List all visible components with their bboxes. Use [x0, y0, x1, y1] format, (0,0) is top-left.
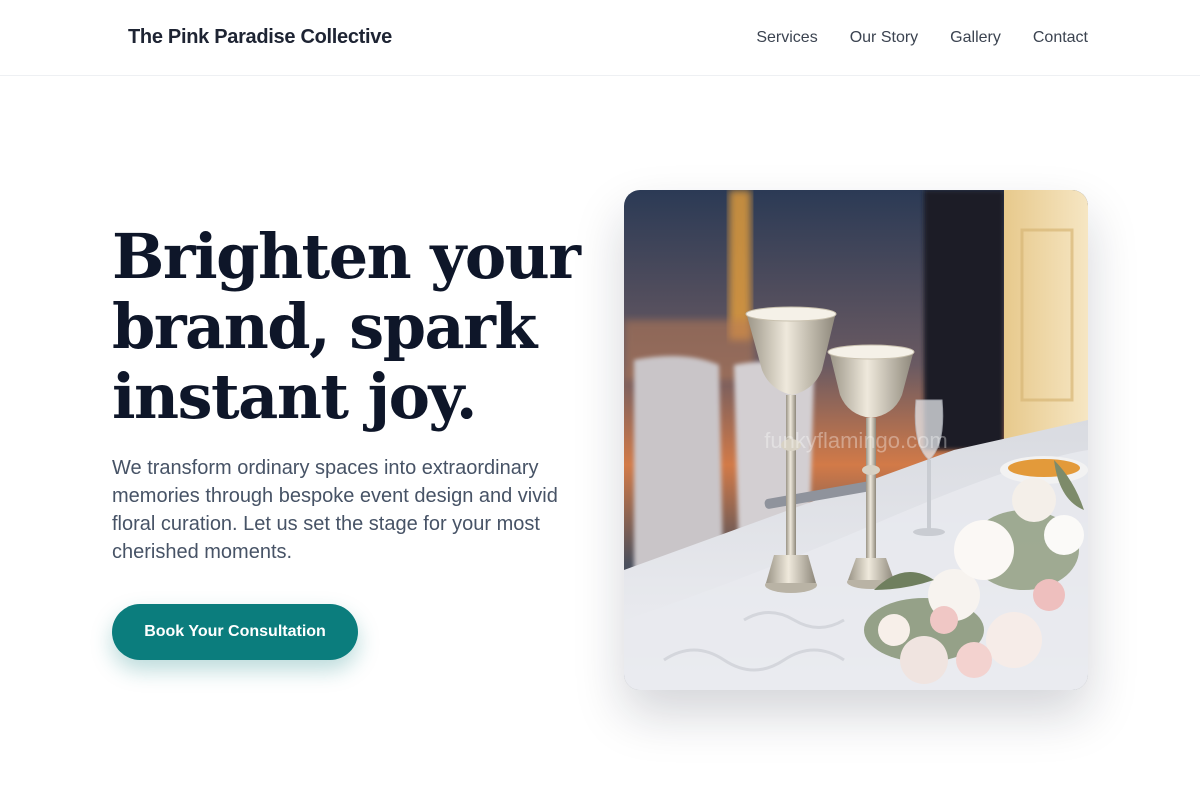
nav-link-our-story[interactable]: Our Story	[850, 29, 918, 47]
hero-headline: Brighten your brand, spark instant joy.	[112, 220, 581, 433]
top-navbar: The Pink Paradise Collective Services Ou…	[0, 0, 1200, 76]
image-watermark: funkyflamingo.com	[764, 428, 947, 453]
nav-link-contact[interactable]: Contact	[1033, 29, 1088, 47]
brand-logo-text[interactable]: The Pink Paradise Collective	[128, 26, 392, 49]
table-setting-photo: funkyflamingo.com	[624, 190, 1088, 690]
nav-link-gallery[interactable]: Gallery	[950, 29, 1001, 47]
book-consultation-button[interactable]: Book Your Consultation	[112, 604, 358, 660]
hero-subtext: We transform ordinary spaces into extrao…	[112, 457, 558, 563]
nav-link-services[interactable]: Services	[756, 29, 817, 47]
hero-copy: Brighten your brand, spark instant joy. …	[112, 222, 592, 566]
hero-image: funkyflamingo.com	[624, 190, 1088, 690]
main-nav: Services Our Story Gallery Contact	[756, 29, 1088, 47]
